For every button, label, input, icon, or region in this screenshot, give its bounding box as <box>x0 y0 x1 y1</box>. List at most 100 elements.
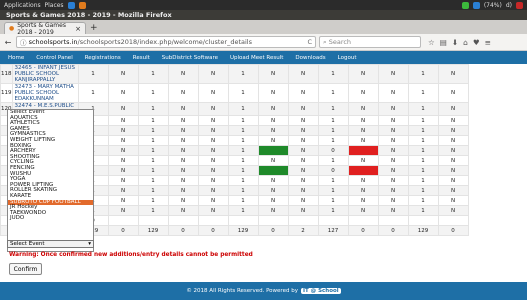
event-select[interactable]: Select Event ▾ <box>7 240 94 248</box>
table-cell: 1 <box>317 64 349 84</box>
table-cell: N <box>347 135 379 146</box>
school-name[interactable]: 32473 - MARY MATHA PUBLIC SCHOOL EDAKKUN… <box>11 83 79 103</box>
table-cell: 2 <box>287 225 319 236</box>
confirm-button[interactable]: Confirm <box>9 263 42 275</box>
table-cell: N <box>347 83 379 103</box>
back-icon[interactable]: ← <box>3 38 13 47</box>
files-icon[interactable] <box>78 1 86 9</box>
browser-tab[interactable]: ● Sports & Games 2018 - 2019 × <box>4 22 86 36</box>
table-cell: N <box>377 145 409 156</box>
table-cell: 1 <box>407 185 439 196</box>
table-cell: 1 <box>407 145 439 156</box>
menu-item[interactable]: SubDistrict Software <box>156 55 224 61</box>
table-cell: 1 <box>227 195 259 206</box>
table-cell: N <box>287 145 319 156</box>
table-cell: N <box>167 115 199 126</box>
table-cell: N <box>347 185 379 196</box>
table-cell: N <box>287 195 319 206</box>
places-menu[interactable]: Places <box>44 2 63 9</box>
menu-item[interactable]: Registrations <box>79 55 127 61</box>
system-top-bar: Applications Places (74%) d) <box>0 0 527 10</box>
table-cell: 1 <box>407 125 439 136</box>
table-cell: N <box>347 155 379 166</box>
search-placeholder: Search <box>328 38 352 46</box>
table-cell: N <box>167 175 199 186</box>
menu-icon[interactable]: ≡ <box>485 38 491 47</box>
search-input[interactable]: ⌕ Search <box>319 36 421 48</box>
table-cell: 1 <box>407 165 439 176</box>
table-cell: N <box>167 83 199 103</box>
bookmark-star-icon[interactable]: ☆ <box>428 38 435 47</box>
table-cell: N <box>377 83 409 103</box>
table-cell: 129 <box>137 225 169 236</box>
bluetooth-icon <box>472 1 480 9</box>
table-cell: N <box>107 155 139 166</box>
url-host: schoolsports.in <box>28 38 78 46</box>
home-icon[interactable]: ⌂ <box>463 38 468 47</box>
window-title: Sports & Games 2018 - 2019 - Mozilla Fir… <box>0 10 527 20</box>
table-cell <box>287 215 319 226</box>
url-bar[interactable]: ⓘ schoolsports.in /schoolsports2018/inde… <box>16 36 316 48</box>
table-cell: 1 <box>227 175 259 186</box>
table-cell: N <box>287 135 319 146</box>
menu-item[interactable]: Upload Meet Result <box>224 55 289 61</box>
table-cell: N <box>287 175 319 186</box>
table-cell: N <box>257 83 289 103</box>
table-cell: 0 <box>347 225 379 236</box>
table-cell <box>437 215 469 226</box>
site-info-icon[interactable]: ⓘ <box>20 37 27 47</box>
table-cell: 1 <box>227 155 259 166</box>
applications-menu[interactable]: Applications <box>4 2 41 9</box>
event-dropdown-list[interactable]: Select Event AQUATICS ATHLETICS GAMES GYMNAS… <box>7 109 94 252</box>
table-cell: N <box>287 102 319 116</box>
download-icon[interactable]: ⬇ <box>452 38 458 47</box>
power-icon[interactable] <box>516 1 523 9</box>
table-cell: N <box>197 205 229 216</box>
table-cell <box>377 215 409 226</box>
table-cell: 0 <box>317 145 349 156</box>
table-cell: N <box>197 135 229 146</box>
tab-close-icon[interactable]: × <box>75 25 81 33</box>
table-cell: N <box>347 175 379 186</box>
table-cell: N <box>107 205 139 216</box>
menu-item[interactable]: Result <box>127 55 156 61</box>
library-icon[interactable]: ▤ <box>440 38 447 47</box>
table-cell: N <box>167 102 199 116</box>
row-number: 119 <box>0 83 13 103</box>
table-cell: N <box>437 185 469 196</box>
table-cell: N <box>107 64 139 84</box>
table-cell: 1 <box>407 195 439 206</box>
table-cell: N <box>347 64 379 84</box>
table-cell: 129 <box>227 225 259 236</box>
table-cell: N <box>437 165 469 176</box>
dropdown-option[interactable]: JUDO <box>8 216 93 222</box>
menu-item[interactable]: Downloads <box>289 55 331 61</box>
navigation-bar: ← ⓘ schoolsports.in /schoolsports2018/in… <box>0 34 527 51</box>
table-cell: N <box>437 135 469 146</box>
school-name[interactable]: 32465 - INFANT JESUS PUBLIC SCHOOL KANJI… <box>11 64 79 84</box>
table-cell: 1 <box>317 185 349 196</box>
reload-icon[interactable]: C <box>307 38 312 46</box>
table-cell <box>257 145 289 156</box>
table-cell: N <box>167 165 199 176</box>
table-cell <box>347 145 379 156</box>
volume-indicator[interactable]: d) <box>506 2 512 9</box>
table-cell: N <box>197 83 229 103</box>
table-cell: 1 <box>317 195 349 206</box>
menu-item[interactable]: Logout <box>332 55 363 61</box>
browser-icon[interactable] <box>67 1 75 9</box>
table-cell: 1 <box>317 125 349 136</box>
new-tab-icon[interactable]: + <box>90 22 98 34</box>
table-cell: N <box>437 195 469 206</box>
itschool-logo: IT @ School <box>300 288 341 294</box>
table-cell: N <box>257 175 289 186</box>
table-cell: 0 <box>107 225 139 236</box>
pocket-icon[interactable]: ♥ <box>473 38 480 47</box>
table-cell: N <box>437 155 469 166</box>
table-cell: 0 <box>317 165 349 176</box>
table-cell: N <box>377 125 409 136</box>
menu-item[interactable]: Control Panel <box>30 55 78 61</box>
table-cell: N <box>257 135 289 146</box>
menu-item[interactable]: Home <box>2 55 30 61</box>
table-cell: 1 <box>317 175 349 186</box>
